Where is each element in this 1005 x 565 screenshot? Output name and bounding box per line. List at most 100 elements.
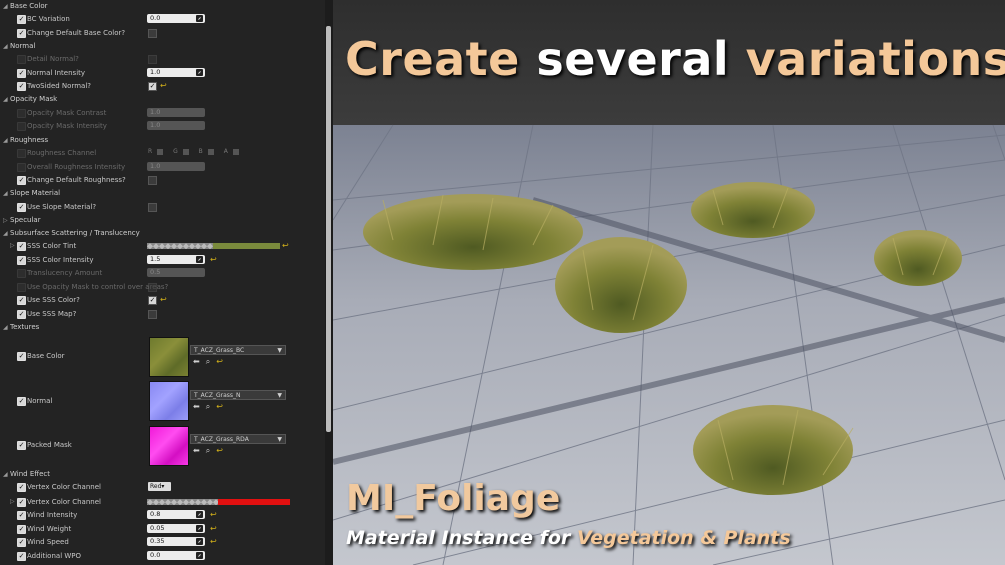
checkbox[interactable]: ✓	[17, 203, 26, 212]
reset-arrow-icon[interactable]: ↩	[210, 255, 217, 264]
chevron-down-icon[interactable]: ◢	[3, 324, 8, 331]
use-arrow-icon[interactable]: ⬅	[193, 446, 200, 455]
spin-icon[interactable]	[196, 256, 203, 263]
chevron-down-icon[interactable]: ◢	[3, 190, 8, 197]
chevron-right-icon[interactable]: ▷	[10, 242, 15, 249]
spin-icon[interactable]	[196, 69, 203, 76]
checkbox[interactable]	[17, 109, 26, 118]
value-checkbox[interactable]	[148, 310, 157, 319]
additional-wpo-input[interactable]: 0.0	[147, 551, 205, 560]
chevron-down-icon[interactable]: ◢	[3, 3, 8, 10]
checkbox[interactable]: ✓	[17, 310, 26, 319]
checkbox[interactable]: ✓	[17, 29, 26, 38]
checkbox[interactable]: ✓	[17, 525, 26, 534]
value-checkbox[interactable]	[148, 203, 157, 212]
reset-arrow-icon[interactable]: ↩	[210, 537, 217, 546]
value-checkbox[interactable]	[148, 29, 157, 38]
wind-speed-input[interactable]: 0.35	[147, 537, 205, 546]
section-normal[interactable]: ◢ Normal	[0, 40, 320, 53]
chevron-down-icon[interactable]: ◢	[3, 471, 8, 478]
section-sss[interactable]: ◢ Subsurface Scattering / Translucency	[0, 227, 320, 240]
checkbox[interactable]: ✓	[17, 82, 26, 91]
wind-weight-input[interactable]: 0.05	[147, 524, 205, 533]
section-textures[interactable]: ◢ Textures	[0, 321, 320, 334]
section-opacity-mask[interactable]: ◢ Opacity Mask	[0, 93, 320, 106]
vertex-color-alpha-swatch[interactable]	[147, 499, 218, 505]
reset-arrow-icon[interactable]: ↩	[160, 81, 167, 90]
translucency-input[interactable]: 0.5	[147, 268, 205, 277]
vertex-channel-dropdown[interactable]: Red▾	[148, 482, 171, 491]
use-arrow-icon[interactable]: ⬅	[193, 357, 200, 366]
chevron-right-icon[interactable]: ▷	[3, 217, 8, 224]
checkbox[interactable]: ✓	[17, 296, 26, 305]
checkbox[interactable]: ✓	[17, 441, 26, 450]
sss-tint-alpha-swatch[interactable]	[147, 243, 213, 249]
checkbox[interactable]: ✓	[17, 511, 26, 520]
checkbox[interactable]: ✓	[17, 483, 26, 492]
checkbox[interactable]: ✓	[17, 69, 26, 78]
checkbox[interactable]: ✓	[17, 176, 26, 185]
vertex-color-swatch[interactable]	[218, 499, 290, 505]
packed-mask-texture-thumbnail[interactable]	[149, 426, 189, 466]
checkbox[interactable]	[17, 163, 26, 172]
section-wind-effect[interactable]: ◢ Wind Effect	[0, 468, 320, 481]
overall-roughness-input[interactable]: 1.0	[147, 162, 205, 171]
value-checkbox[interactable]: ✓	[148, 82, 157, 91]
normal-texture-thumbnail[interactable]	[149, 381, 189, 421]
section-roughness[interactable]: ◢ Roughness	[0, 134, 320, 147]
bc-variation-input[interactable]: 0.0	[147, 14, 205, 23]
scrollbar-thumb[interactable]	[326, 26, 331, 432]
spin-icon[interactable]	[196, 538, 203, 545]
rgba-channel-toggles[interactable]: R G B A	[148, 148, 247, 155]
browse-search-icon[interactable]: ⌕	[206, 357, 210, 366]
base-color-asset-dropdown[interactable]: T_ACZ_Grass_BC ▼	[190, 345, 286, 355]
reset-arrow-icon[interactable]: ↩	[216, 402, 223, 411]
checkbox[interactable]: ✓	[17, 15, 26, 24]
checkbox[interactable]	[17, 149, 26, 158]
browse-search-icon[interactable]: ⌕	[206, 402, 210, 411]
section-specular[interactable]: ▷ Specular	[0, 214, 320, 227]
use-arrow-icon[interactable]: ⬅	[193, 402, 200, 411]
spin-icon[interactable]	[196, 525, 203, 532]
chevron-down-icon[interactable]: ◢	[3, 230, 8, 237]
section-base-color[interactable]: ◢ Base Color	[0, 0, 320, 13]
checkbox[interactable]: ✓	[17, 552, 26, 561]
reset-arrow-icon[interactable]: ↩	[210, 510, 217, 519]
reset-arrow-icon[interactable]: ↩	[210, 524, 217, 533]
checkbox[interactable]	[17, 122, 26, 131]
value-checkbox[interactable]	[148, 55, 157, 64]
base-color-texture-thumbnail[interactable]	[149, 337, 189, 377]
checkbox[interactable]: ✓	[17, 242, 26, 251]
value-checkbox[interactable]: ✓	[148, 296, 157, 305]
packed-mask-asset-dropdown[interactable]: T_ACZ_Grass_RDA ▼	[190, 434, 286, 444]
checkbox[interactable]	[17, 55, 26, 64]
spin-icon[interactable]	[196, 552, 203, 559]
opacity-mask-contrast-input[interactable]: 1.0	[147, 108, 205, 117]
chevron-down-icon[interactable]: ◢	[3, 137, 8, 144]
checkbox[interactable]	[17, 283, 26, 292]
opacity-mask-intensity-input[interactable]: 1.0	[147, 121, 205, 130]
checkbox[interactable]: ✓	[17, 498, 26, 507]
section-slope-material[interactable]: ◢ Slope Material	[0, 187, 320, 200]
reset-arrow-icon[interactable]: ↩	[216, 446, 223, 455]
chevron-down-icon[interactable]: ◢	[3, 43, 8, 50]
checkbox[interactable]: ✓	[17, 397, 26, 406]
spin-icon[interactable]	[196, 15, 203, 22]
browse-search-icon[interactable]: ⌕	[206, 446, 210, 455]
normal-intensity-input[interactable]: 1.0	[147, 68, 205, 77]
normal-asset-dropdown[interactable]: T_ACZ_Grass_N ▼	[190, 390, 286, 400]
sss-tint-color-swatch[interactable]	[213, 243, 280, 249]
checkbox[interactable]: ✓	[17, 538, 26, 547]
value-checkbox[interactable]	[148, 176, 157, 185]
value-checkbox[interactable]	[148, 283, 157, 292]
checkbox[interactable]: ✓	[17, 256, 26, 265]
checkbox[interactable]: ✓	[17, 352, 26, 361]
reset-arrow-icon[interactable]: ↩	[282, 241, 289, 250]
reset-arrow-icon[interactable]: ↩	[160, 295, 167, 304]
reset-arrow-icon[interactable]: ↩	[216, 357, 223, 366]
checkbox[interactable]	[17, 269, 26, 278]
chevron-right-icon[interactable]: ▷	[10, 498, 15, 505]
sss-intensity-input[interactable]: 1.5	[147, 255, 205, 264]
wind-intensity-input[interactable]: 0.8	[147, 510, 205, 519]
chevron-down-icon[interactable]: ◢	[3, 96, 8, 103]
